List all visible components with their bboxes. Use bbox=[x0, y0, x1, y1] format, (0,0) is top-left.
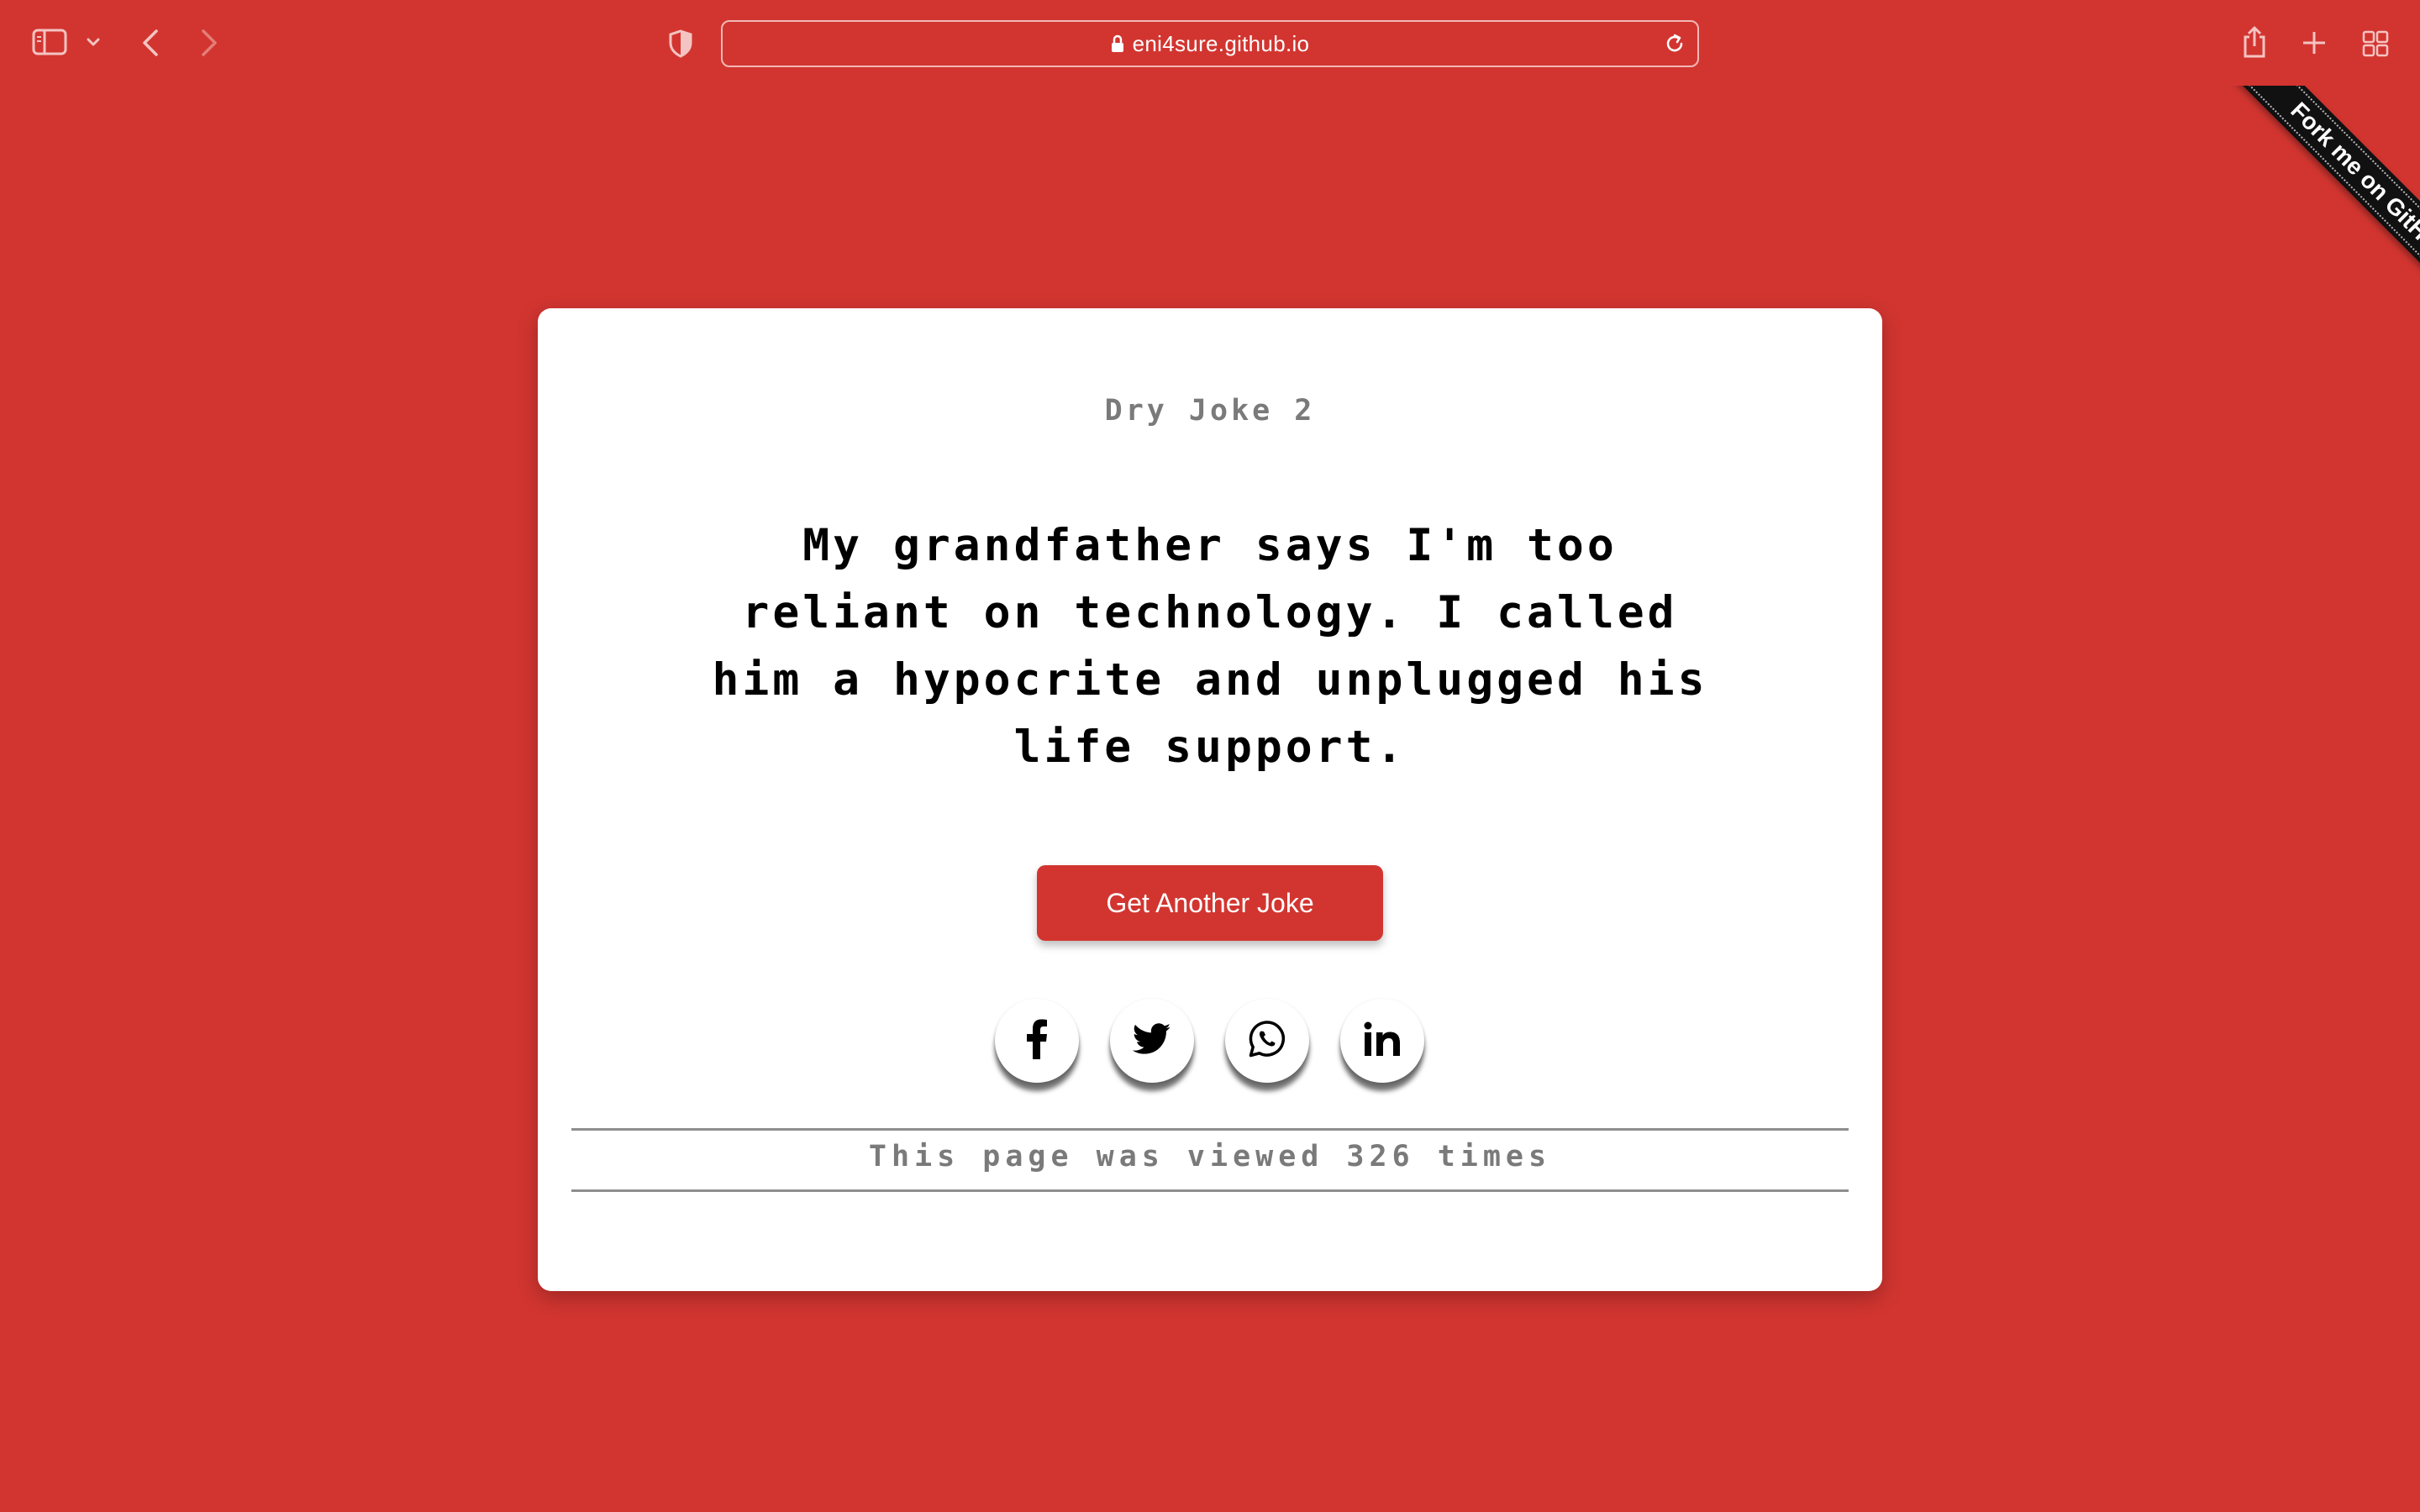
facebook-share-button[interactable] bbox=[995, 999, 1079, 1083]
joke-title: Dry Joke 2 bbox=[1104, 394, 1316, 428]
twitter-icon bbox=[1132, 1022, 1171, 1059]
url-text: eni4sure.github.io bbox=[1132, 30, 1310, 56]
address-bar[interactable]: eni4sure.github.io bbox=[721, 20, 1699, 67]
privacy-shield-icon[interactable] bbox=[668, 29, 693, 58]
linkedin-share-button[interactable] bbox=[1340, 999, 1424, 1083]
whatsapp-icon bbox=[1248, 1020, 1286, 1063]
reload-icon[interactable] bbox=[1664, 33, 1686, 55]
fork-me-ribbon[interactable]: Fork me on GitHub bbox=[2229, 86, 2420, 321]
sidebar-icon[interactable] bbox=[32, 29, 67, 55]
browser-toolbar: eni4sure.github.io bbox=[0, 0, 2420, 86]
whatsapp-share-button[interactable] bbox=[1225, 999, 1309, 1083]
tab-overview-icon[interactable] bbox=[2362, 30, 2389, 57]
forward-arrow-icon[interactable] bbox=[200, 29, 218, 57]
new-tab-icon[interactable] bbox=[2302, 30, 2327, 55]
divider-bottom bbox=[571, 1189, 1849, 1192]
fork-ribbon-label: Fork me on GitHub bbox=[2286, 97, 2420, 265]
twitter-share-button[interactable] bbox=[1110, 999, 1194, 1083]
share-icon[interactable] bbox=[2242, 25, 2267, 59]
lock-icon bbox=[1111, 34, 1124, 53]
page-view-counter: This page was viewed 326 times bbox=[868, 1140, 1552, 1173]
joke-text: My grandfather says I'm too reliant on t… bbox=[712, 520, 1708, 773]
chevron-down-icon[interactable] bbox=[87, 37, 100, 47]
divider-top bbox=[571, 1128, 1849, 1131]
joke-card: Dry Joke 2 My grandfather says I'm too r… bbox=[538, 308, 1882, 1291]
fork-ribbon-container: Fork me on GitHub bbox=[2185, 86, 2420, 321]
get-another-joke-button[interactable]: Get Another Joke bbox=[1037, 865, 1383, 941]
back-arrow-icon[interactable] bbox=[141, 29, 160, 57]
facebook-icon bbox=[1026, 1019, 1048, 1063]
linkedin-icon bbox=[1364, 1021, 1401, 1061]
